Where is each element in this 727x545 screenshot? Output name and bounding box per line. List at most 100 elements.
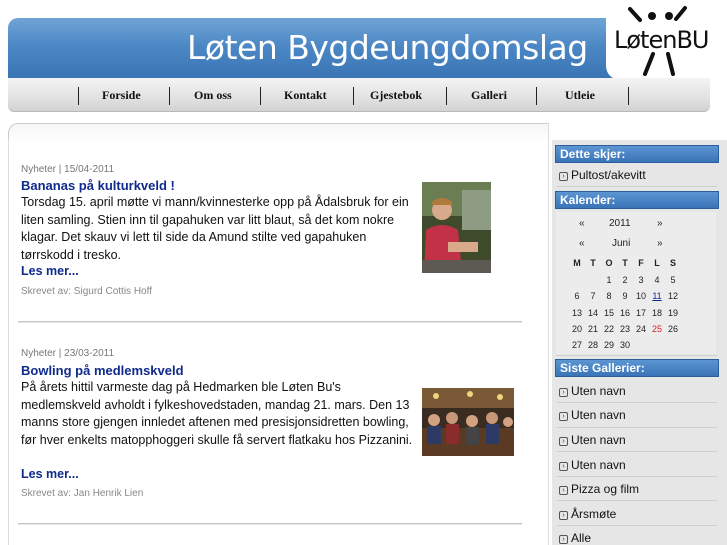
nav-separator <box>78 87 79 105</box>
calendar-day: 14 <box>587 307 598 318</box>
read-more-link[interactable]: Les mer... <box>21 467 79 481</box>
sidebar-divider <box>557 476 717 477</box>
calendar-next-month[interactable]: » <box>657 238 663 249</box>
gallery-label: Årsmøte <box>571 507 617 521</box>
post-title[interactable]: Bowling på medlemskveld <box>21 363 184 378</box>
post-author: Skrevet av: Sigurd Cottis Hoff <box>21 286 152 297</box>
gallery-item[interactable]: › Alle <box>559 531 591 545</box>
events-heading: Dette skjer: <box>555 145 719 163</box>
sidebar-divider <box>557 427 717 428</box>
gallery-item[interactable]: › Årsmøte <box>559 507 616 521</box>
nav-kontakt[interactable]: Kontakt <box>284 88 327 103</box>
calendar-day: 15 <box>603 307 614 318</box>
calendar-weekday: T <box>590 258 596 268</box>
nav-separator <box>446 87 447 105</box>
sidebar-divider <box>557 451 717 452</box>
calendar-weekday: F <box>638 258 644 268</box>
nav-utleie[interactable]: Utleie <box>565 88 595 103</box>
calendar-day: 24 <box>635 323 646 334</box>
calendar-day: 22 <box>603 323 614 334</box>
content-border <box>548 123 549 545</box>
calendar-day: 26 <box>667 323 678 334</box>
calendar-day: 17 <box>635 307 646 318</box>
arrow-right-icon: › <box>559 388 568 397</box>
sidebar-divider <box>557 402 717 403</box>
gallery-label: Pizza og film <box>571 482 640 496</box>
arrow-right-icon: › <box>559 511 568 520</box>
content-top-bar <box>8 123 549 143</box>
calendar-month: Juni <box>612 238 631 249</box>
calendar-day: 13 <box>571 307 582 318</box>
calendar-day: 30 <box>619 340 630 351</box>
calendar-next-year[interactable]: » <box>657 218 663 229</box>
calendar-day: 21 <box>587 323 598 334</box>
event-item[interactable]: › Pultost/akevitt <box>559 168 646 182</box>
calendar-prev-month[interactable]: « <box>579 238 585 249</box>
calendar-day: 12 <box>667 291 678 302</box>
gallery-item[interactable]: › Uten navn <box>559 408 626 422</box>
post-meta: Nyheter | 15/04-2011 <box>21 164 115 175</box>
photo-image <box>422 388 514 456</box>
calendar-day: 20 <box>571 323 582 334</box>
content-border <box>8 140 9 545</box>
gallery-item[interactable]: › Uten navn <box>559 433 626 447</box>
calendar-day: 18 <box>651 307 662 318</box>
calendar-weekday: L <box>654 258 660 268</box>
gallery-item[interactable]: › Uten navn <box>559 458 626 472</box>
calendar-day: 16 <box>619 307 630 318</box>
sidebar-divider <box>557 525 717 526</box>
calendar-day: 5 <box>670 275 676 285</box>
gallery-item[interactable]: › Pizza og film <box>559 482 639 496</box>
gallery-item[interactable]: › Uten navn <box>559 384 626 398</box>
post-photo[interactable] <box>422 182 491 273</box>
calendar-day: 6 <box>574 291 580 302</box>
calendar-day[interactable]: 11 <box>650 291 664 301</box>
gallery-label: Uten navn <box>571 384 626 398</box>
post-author: Skrevet av: Jan Henrik Lien <box>21 488 144 499</box>
post-meta: Nyheter | 23/03-2011 <box>21 348 115 359</box>
nav-separator <box>260 87 261 105</box>
logo-text: LøtenBU <box>614 26 709 54</box>
post-divider <box>18 321 522 323</box>
calendar-weekday: O <box>605 258 613 268</box>
calendar-prev-year[interactable]: « <box>579 218 585 229</box>
nav-om-oss[interactable]: Om oss <box>194 88 232 103</box>
nav-separator <box>353 87 354 105</box>
calendar-day: 7 <box>590 291 596 302</box>
calendar-day: 25 <box>651 323 662 334</box>
calendar-day: 19 <box>667 307 678 318</box>
calendar-day: 8 <box>606 291 612 302</box>
nav-forside[interactable]: Forside <box>102 88 141 103</box>
sidebar-divider <box>557 186 717 187</box>
calendar-year: 2011 <box>609 218 631 229</box>
calendar-day: 1 <box>606 275 612 285</box>
gallery-label: Uten navn <box>571 433 626 447</box>
calendar-weekday: S <box>669 258 676 268</box>
nav-gjestebok[interactable]: Gjestebok <box>370 88 422 103</box>
gallery-label: Uten navn <box>571 408 626 422</box>
post-photo[interactable] <box>422 388 514 456</box>
arrow-right-icon: › <box>559 486 568 495</box>
nav-separator <box>536 87 537 105</box>
read-more-link[interactable]: Les mer... <box>21 264 79 278</box>
site-logo[interactable]: LøtenBU <box>606 4 727 80</box>
calendar-day: 10 <box>635 291 646 302</box>
calendar-weekday: M <box>573 258 581 268</box>
calendar-day: 23 <box>619 323 630 334</box>
gallery-label: Alle <box>571 531 592 545</box>
nav-separator <box>169 87 170 105</box>
galleries-heading: Siste Gallerier: <box>555 359 719 377</box>
photo-image <box>422 182 491 273</box>
calendar-day: 9 <box>622 291 628 302</box>
calendar-day: 3 <box>638 275 644 285</box>
post-body: På årets hittil varmeste dag på Hedmarke… <box>21 380 413 447</box>
sidebar-divider <box>557 355 717 356</box>
gallery-label: Uten navn <box>571 458 626 472</box>
arrow-right-icon: › <box>559 172 568 181</box>
main-nav: Forside Om oss Kontakt Gjestebok Galleri… <box>8 78 710 112</box>
calendar-day: 2 <box>622 275 628 285</box>
post-title[interactable]: Bananas på kulturkveld ! <box>21 178 175 193</box>
site-title: Løten Bygdeungdomslag <box>187 28 588 67</box>
nav-galleri[interactable]: Galleri <box>471 88 507 103</box>
nav-separator <box>628 87 629 105</box>
